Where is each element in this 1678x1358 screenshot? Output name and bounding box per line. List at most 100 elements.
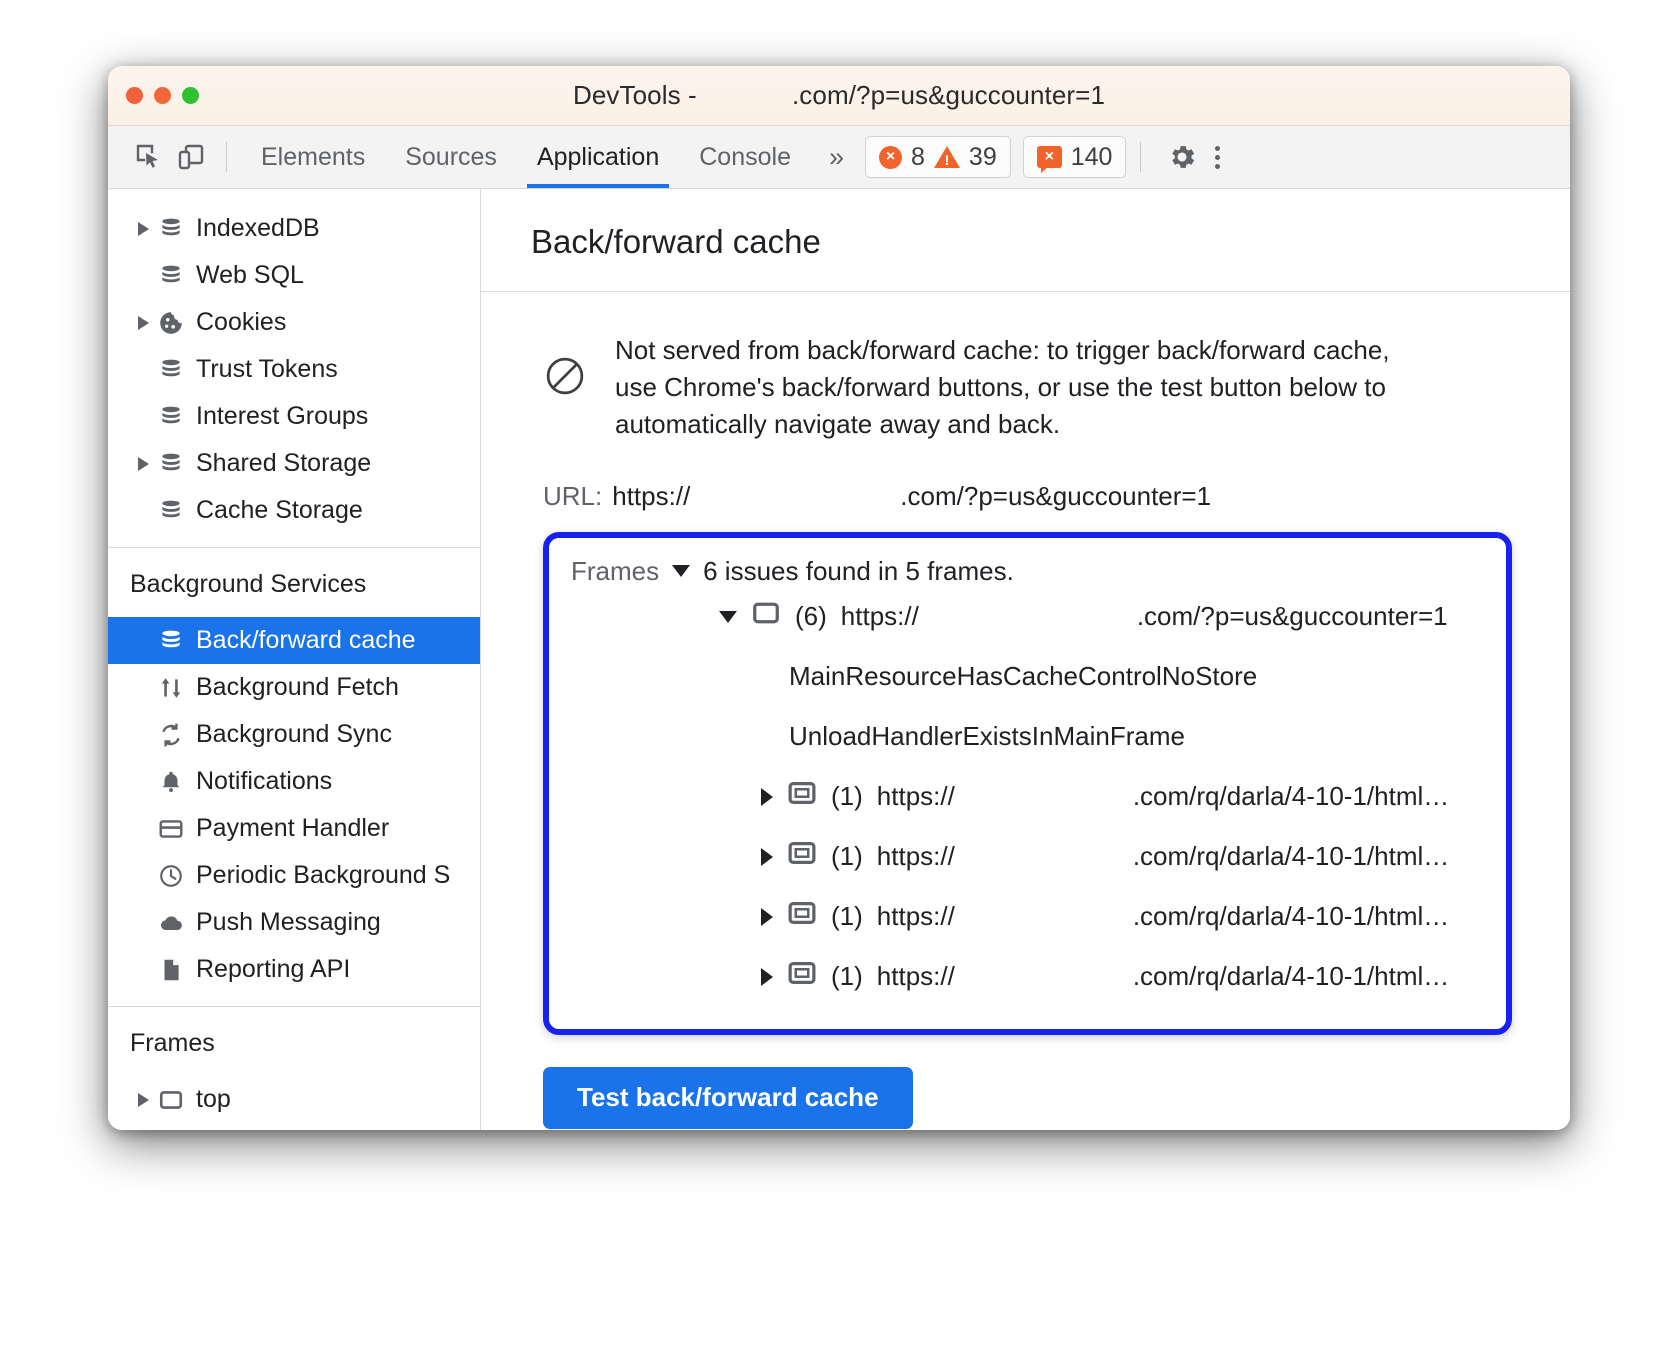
devtools-toolbar: Elements Sources Application Console » ×…	[108, 126, 1570, 189]
test-back-forward-cache-button[interactable]: Test back/forward cache	[543, 1066, 913, 1129]
status-notice: Not served from back/forward cache: to t…	[543, 332, 1423, 443]
device-toolbar-icon[interactable]	[170, 136, 212, 178]
frame-url-prefix: https://	[876, 901, 955, 932]
frame-url-prefix: https://	[840, 601, 919, 632]
tab-console[interactable]: Console	[679, 126, 811, 188]
kebab-menu-icon[interactable]	[1203, 145, 1232, 169]
sidebar-item-background-sync[interactable]: Background Sync	[108, 711, 480, 758]
sidebar-scroll-clipped-row	[108, 189, 480, 205]
devtools-body: IndexedDB Web SQL Cookies Trust Tokens I…	[108, 189, 1570, 1130]
document-icon	[154, 957, 188, 983]
frames-label: Frames	[571, 555, 660, 586]
clock-icon	[154, 863, 188, 889]
sidebar-item-websql[interactable]: Web SQL	[108, 252, 480, 299]
error-icon: ×	[879, 145, 903, 169]
sidebar-item-payment-handler[interactable]: Payment Handler	[108, 805, 480, 852]
sidebar-item-cookies[interactable]: Cookies	[108, 299, 480, 346]
frame-issue-count: (6)	[795, 601, 827, 632]
sidebar-item-periodic-background-sync[interactable]: Periodic Background S	[108, 852, 480, 899]
sidebar-item-push-messaging[interactable]: Push Messaging	[108, 899, 480, 946]
window-titlebar: DevTools - .com/?p=us&guccounter=1	[108, 66, 1570, 126]
sidebar-item-label: Back/forward cache	[196, 626, 416, 654]
sidebar-item-interest-groups[interactable]: Interest Groups	[108, 393, 480, 440]
toolbar-divider	[226, 142, 227, 172]
database-icon	[154, 498, 188, 524]
window-title: DevTools - .com/?p=us&guccounter=1	[572, 80, 1106, 110]
chevron-right-icon[interactable]	[761, 847, 773, 866]
sidebar-item-label: Background Fetch	[196, 673, 399, 701]
sidebar-item-cache-storage[interactable]: Cache Storage	[108, 487, 480, 534]
database-icon	[154, 628, 188, 654]
sidebar-item-shared-storage[interactable]: Shared Storage	[108, 440, 480, 487]
issue-counters: × 8 ! 39 × 140	[865, 136, 1127, 178]
sidebar-section-background-services: Background Services	[130, 570, 367, 598]
issues-counter[interactable]: × 140	[1022, 136, 1127, 178]
frames-summary-row[interactable]: Frames 6 issues found in 5 frames.	[571, 556, 1486, 587]
frame-tree-row-child[interactable]: (1) https:// .com/rq/darla/4-10-1/html…	[571, 767, 1486, 827]
error-warning-counter[interactable]: × 8 ! 39	[865, 136, 1011, 178]
iframe-icon	[787, 838, 817, 875]
frame-tree-row-child[interactable]: (1) https:// .com/rq/darla/4-10-1/html…	[571, 887, 1486, 947]
frame-tree-row-child[interactable]: (1) https:// .com/rq/darla/4-10-1/html…	[571, 827, 1486, 887]
page-url-row: URL: https:// .com/?p=us&guccounter=1	[543, 481, 1570, 512]
panel-tabs: Elements Sources Application Console	[241, 126, 811, 188]
frame-issue-count: (1)	[831, 781, 863, 812]
iframe-icon	[787, 898, 817, 935]
chevron-down-icon[interactable]	[672, 565, 691, 578]
panel-content: Not served from back/forward cache: to t…	[481, 292, 1570, 1130]
sidebar-item-label: top	[196, 1085, 231, 1113]
chevron-right-icon[interactable]	[132, 457, 154, 471]
url-suffix: .com/?p=us&guccounter=1	[900, 480, 1212, 511]
chevron-right-icon[interactable]	[132, 222, 154, 236]
sync-icon	[154, 722, 188, 748]
sidebar-item-background-fetch[interactable]: Background Fetch	[108, 664, 480, 711]
inspect-cursor-icon[interactable]	[128, 136, 170, 178]
frame-tree-row-main[interactable]: (6) https:// .com/?p=us&guccounter=1	[571, 587, 1486, 647]
frame-url-suffix: .com/rq/darla/4-10-1/html…	[1132, 901, 1450, 932]
chevron-right-icon[interactable]	[761, 907, 773, 926]
sidebar-item-label: Shared Storage	[196, 449, 372, 477]
frames-highlight-box: Frames 6 issues found in 5 frames. (6) h…	[543, 531, 1512, 1035]
sidebar-item-indexeddb[interactable]: IndexedDB	[108, 205, 480, 252]
chevron-right-icon[interactable]	[761, 967, 773, 986]
tab-application[interactable]: Application	[517, 126, 679, 188]
screenshot-root: DevTools - .com/?p=us&guccounter=1 Eleme…	[0, 0, 1678, 1358]
database-icon	[154, 263, 188, 289]
frame-issue-count: (1)	[831, 841, 863, 872]
sidebar-item-reporting-api[interactable]: Reporting API	[108, 946, 480, 993]
tab-elements[interactable]: Elements	[241, 126, 385, 188]
frame-icon	[751, 598, 781, 635]
sidebar-item-label: Payment Handler	[196, 814, 390, 842]
application-sidebar[interactable]: IndexedDB Web SQL Cookies Trust Tokens I…	[108, 189, 481, 1130]
more-tabs-icon[interactable]: »	[811, 142, 859, 173]
frame-url-suffix: .com/rq/darla/4-10-1/html…	[1132, 961, 1450, 992]
warning-count: 39	[968, 142, 997, 171]
chevron-right-icon[interactable]	[761, 787, 773, 806]
gear-icon[interactable]	[1161, 136, 1203, 178]
sidebar-item-top-frame[interactable]: top	[108, 1076, 480, 1123]
frame-url-suffix: .com/?p=us&guccounter=1	[1136, 601, 1448, 632]
tab-console-label: Console	[699, 142, 791, 171]
sidebar-item-trust-tokens[interactable]: Trust Tokens	[108, 346, 480, 393]
sidebar-item-label: IndexedDB	[196, 214, 320, 242]
sidebar-item-notifications[interactable]: Notifications	[108, 758, 480, 805]
cookie-icon	[154, 310, 188, 336]
toolbar-divider-2	[1140, 142, 1142, 172]
iframe-icon	[787, 958, 817, 995]
chevron-right-icon[interactable]	[132, 1093, 154, 1107]
frame-reason: UnloadHandlerExistsInMainFrame	[789, 721, 1185, 752]
chevron-down-icon[interactable]	[719, 610, 737, 623]
frame-url-prefix: https://	[876, 841, 955, 872]
blocked-circle-icon	[543, 354, 587, 403]
frame-tree-row-child[interactable]: (1) https:// .com/rq/darla/4-10-1/html…	[571, 947, 1486, 1007]
frame-url-suffix: .com/rq/darla/4-10-1/html…	[1132, 781, 1450, 812]
error-count: 8	[911, 142, 925, 171]
cloud-icon	[154, 910, 188, 936]
chevron-right-icon[interactable]	[132, 316, 154, 330]
page-title: Back/forward cache	[481, 189, 1570, 292]
sidebar-item-label: Push Messaging	[196, 908, 381, 936]
sidebar-item-back-forward-cache[interactable]: Back/forward cache	[108, 617, 480, 664]
tab-elements-label: Elements	[261, 142, 366, 171]
tab-sources[interactable]: Sources	[385, 126, 517, 188]
frame-url-prefix: https://	[876, 961, 955, 992]
